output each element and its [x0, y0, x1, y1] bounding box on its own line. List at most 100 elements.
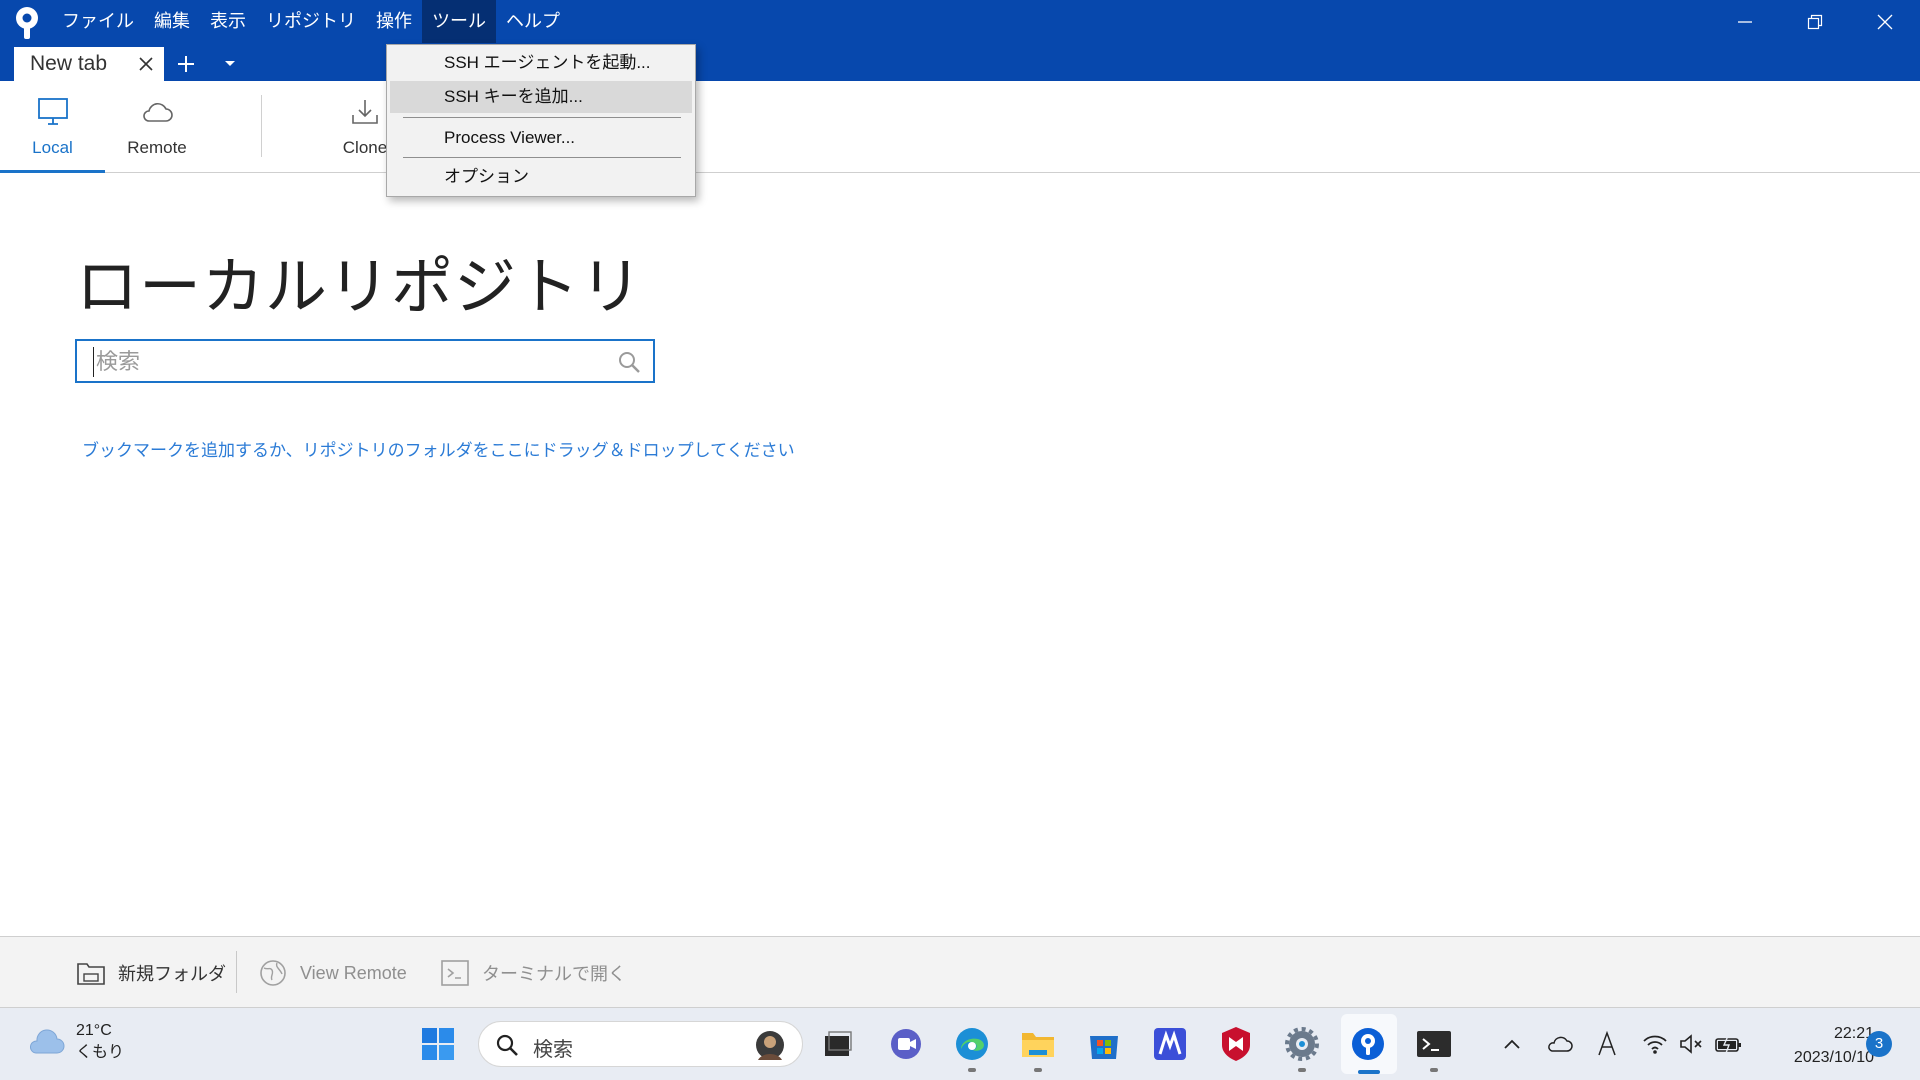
open-terminal-label: ターミナルで開く: [482, 964, 626, 984]
store-icon: [1090, 1036, 1118, 1059]
monitor-icon: [37, 98, 68, 125]
menu-tools[interactable]: ツール: [422, 0, 496, 43]
weather-widget[interactable]: 21°C くもり: [26, 1020, 124, 1064]
show-hidden-icons-button[interactable]: [1500, 1030, 1524, 1058]
plus-icon: [178, 56, 194, 72]
gear-icon: [1285, 1027, 1319, 1061]
minimize-button[interactable]: [1710, 0, 1780, 43]
clock-time: 22:21: [1833, 1025, 1874, 1042]
restore-button[interactable]: [1780, 0, 1850, 43]
drag-drop-hint: ブックマークを追加するか、リポジトリのフォルダをここにドラッグ＆ドロップしてくだ…: [82, 441, 795, 460]
sourcetree-logo-icon: [16, 7, 38, 39]
menu-item-options[interactable]: オプション: [390, 161, 692, 193]
running-indicator: [968, 1068, 976, 1072]
app-button[interactable]: [1148, 1022, 1192, 1066]
search-highlight-icon: [756, 1031, 784, 1060]
speaker-muted-icon: [1680, 1034, 1702, 1054]
terminal-button[interactable]: [1412, 1022, 1456, 1072]
task-view-button[interactable]: [816, 1022, 860, 1066]
cloud-icon: [1548, 1036, 1573, 1052]
app-m-icon: [1154, 1028, 1186, 1060]
volume-button[interactable]: [1676, 1030, 1706, 1058]
task-view-icon: [825, 1031, 852, 1056]
tab-title: New tab: [30, 52, 108, 75]
cloud-weather-icon: [30, 1029, 65, 1054]
menu-separator: [403, 117, 681, 118]
chevron-down-icon: [225, 61, 235, 66]
battery-button[interactable]: [1712, 1030, 1746, 1058]
teams-chat-button[interactable]: [884, 1022, 928, 1066]
terminal-icon: [441, 960, 469, 986]
clone-label: Clone: [342, 138, 388, 157]
menu-item-add-ssh-key[interactable]: SSH キーを追加...: [390, 81, 692, 113]
wifi-button[interactable]: [1640, 1030, 1670, 1058]
menu-item-start-ssh-agent[interactable]: SSH エージェントを起動...: [390, 47, 692, 79]
add-tab-button[interactable]: [164, 47, 208, 81]
running-indicator: [1430, 1068, 1438, 1072]
view-remote-label: View Remote: [300, 962, 407, 983]
edge-browser-icon: [956, 1028, 988, 1060]
search-input[interactable]: [93, 347, 598, 377]
weather-temperature: 21°C: [76, 1022, 112, 1039]
file-explorer-button[interactable]: [1016, 1022, 1060, 1072]
menu-view[interactable]: 表示: [200, 0, 256, 43]
windows-logo-icon: [422, 1028, 454, 1060]
onedrive-button[interactable]: [1544, 1030, 1574, 1058]
menu-separator: [403, 157, 681, 158]
ime-a-icon: [1598, 1031, 1616, 1056]
settings-button[interactable]: [1280, 1022, 1324, 1072]
new-folder-button[interactable]: 新規フォルダ: [76, 937, 226, 1009]
menu-actions[interactable]: 操作: [366, 0, 422, 43]
taskbar-search-label: 検索: [533, 1039, 573, 1061]
search-box: [75, 339, 655, 383]
terminal-icon: [1417, 1031, 1451, 1057]
ime-indicator[interactable]: [1594, 1030, 1620, 1058]
sourcetree-taskbar-button[interactable]: [1346, 1022, 1390, 1066]
new-folder-label: 新規フォルダ: [118, 964, 226, 984]
tab-strip: New tab: [14, 47, 252, 81]
tab-list-button[interactable]: [208, 47, 252, 81]
mcafee-button[interactable]: [1214, 1022, 1258, 1066]
download-icon: [352, 100, 378, 124]
store-button[interactable]: [1082, 1022, 1126, 1066]
close-icon: [1877, 14, 1893, 29]
window-controls: [1710, 0, 1920, 43]
toolbar-divider: [261, 95, 262, 157]
close-tab-icon[interactable]: [138, 56, 154, 72]
selected-tab-indicator: [0, 170, 105, 173]
restore-icon: [1807, 14, 1823, 29]
active-app-indicator: [1358, 1070, 1380, 1074]
open-terminal-button[interactable]: ターミナルで開く: [440, 937, 626, 1009]
taskbar: 21°C くもり 検索 22:21 2023/10/10 3: [0, 1008, 1920, 1080]
clock-date: 2023/10/10: [1793, 1049, 1874, 1066]
clock[interactable]: 22:21 2023/10/10: [1762, 1022, 1874, 1070]
close-window-button[interactable]: [1850, 0, 1920, 43]
edge-button[interactable]: [950, 1022, 994, 1072]
notification-badge[interactable]: 3: [1866, 1031, 1892, 1057]
search-icon: [619, 352, 640, 373]
remote-tab-label: Remote: [127, 138, 187, 157]
tab-new-tab[interactable]: New tab: [14, 47, 164, 81]
bottom-action-bar: 新規フォルダ View Remote ターミナルで開く: [0, 936, 1920, 1008]
folder-icon: [77, 963, 105, 985]
chevron-up-icon: [1504, 1039, 1520, 1049]
bottom-bar-divider: [236, 951, 237, 993]
start-button[interactable]: [416, 1022, 460, 1066]
menu-help[interactable]: ヘルプ: [496, 0, 570, 43]
folder-icon: [1022, 1033, 1054, 1057]
menu-file[interactable]: ファイル: [52, 0, 144, 43]
menu-item-process-viewer[interactable]: Process Viewer...: [390, 122, 692, 154]
taskbar-search[interactable]: 検索: [478, 1021, 803, 1067]
chat-icon: [891, 1029, 921, 1059]
menu-repository[interactable]: リポジトリ: [256, 0, 366, 43]
local-tab[interactable]: Local: [0, 81, 105, 173]
running-indicator: [1034, 1068, 1042, 1072]
cloud-icon: [143, 103, 173, 122]
wifi-icon: [1643, 1035, 1667, 1054]
menu-edit[interactable]: 編集: [144, 0, 200, 43]
remote-tab[interactable]: Remote: [112, 81, 202, 173]
search-icon: [496, 1034, 518, 1056]
running-indicator: [1298, 1068, 1306, 1072]
view-remote-button[interactable]: View Remote: [258, 937, 407, 1009]
title-bar: ファイル 編集 表示 リポジトリ 操作 ツール ヘルプ New tab: [0, 0, 1920, 81]
